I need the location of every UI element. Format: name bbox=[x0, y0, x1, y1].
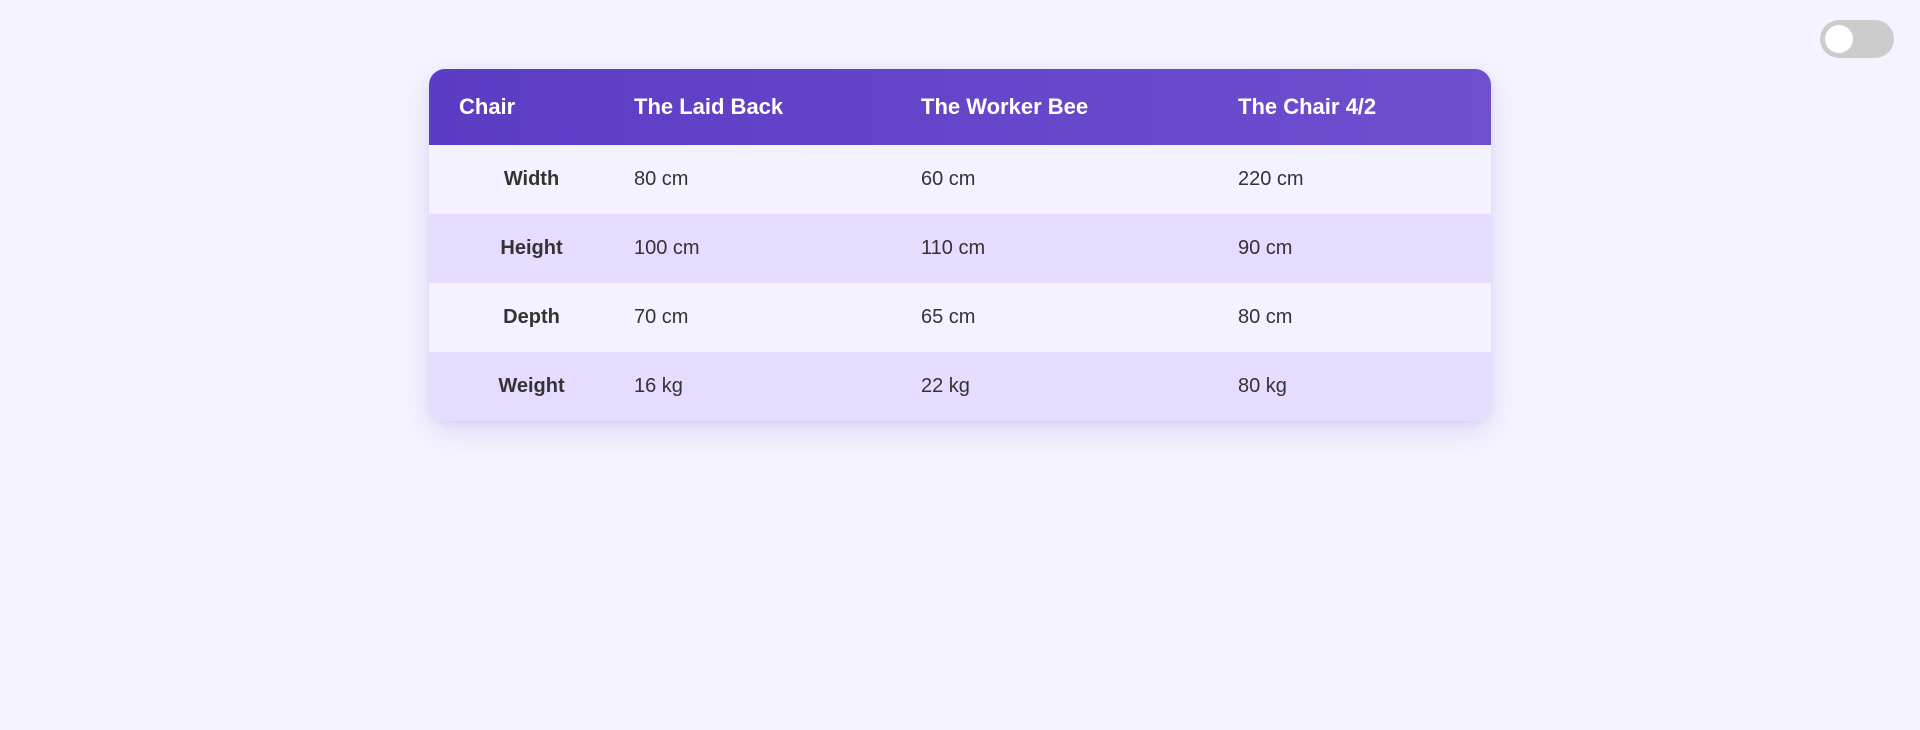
cell-value: 80 cm bbox=[634, 168, 689, 190]
row-label-width: Width bbox=[503, 168, 560, 190]
header-cell-laid-back: The Laid Back bbox=[634, 94, 784, 119]
cell-value: 22 kg bbox=[921, 375, 970, 397]
cell-value: 110 cm bbox=[921, 237, 986, 259]
header-cell-chair: Chair bbox=[459, 94, 516, 119]
row-label-depth: Depth bbox=[503, 306, 560, 328]
cell-value: 100 cm bbox=[634, 237, 700, 259]
cell-value: 60 cm bbox=[921, 168, 976, 190]
table-header: Chair The Laid Back The Worker Bee The C… bbox=[429, 69, 1491, 145]
header-cell-chair-4-2: The Chair 4/2 bbox=[1238, 94, 1377, 119]
row-label-weight: Weight bbox=[498, 375, 565, 397]
cell-value: 90 cm bbox=[1238, 237, 1293, 259]
theme-toggle[interactable] bbox=[1820, 20, 1894, 58]
row-label-height: Height bbox=[500, 237, 563, 259]
table-row: Width 80 cm 60 cm 220 cm bbox=[429, 145, 1491, 214]
cell-value: 220 cm bbox=[1238, 168, 1304, 190]
cell-value: 80 cm bbox=[1238, 306, 1293, 328]
cell-value: 70 cm bbox=[634, 306, 689, 328]
toggle-knob bbox=[1825, 25, 1853, 53]
table-body: Width 80 cm 60 cm 220 cm Height 100 cm 1… bbox=[429, 145, 1491, 421]
header-row: Chair The Laid Back The Worker Bee The C… bbox=[429, 69, 1491, 145]
cell-value: 80 kg bbox=[1238, 375, 1287, 397]
cell-value: 65 cm bbox=[921, 306, 976, 328]
table-row: Height 100 cm 110 cm 90 cm bbox=[429, 214, 1491, 283]
chair-comparison-table: Chair The Laid Back The Worker Bee The C… bbox=[429, 69, 1491, 421]
header-cell-worker-bee: The Worker Bee bbox=[921, 94, 1089, 119]
comparison-table-card: Chair The Laid Back The Worker Bee The C… bbox=[429, 69, 1491, 421]
table-row: Depth 70 cm 65 cm 80 cm bbox=[429, 283, 1491, 352]
table-row: Weight 16 kg 22 kg 80 kg bbox=[429, 352, 1491, 421]
cell-value: 16 kg bbox=[634, 375, 683, 397]
